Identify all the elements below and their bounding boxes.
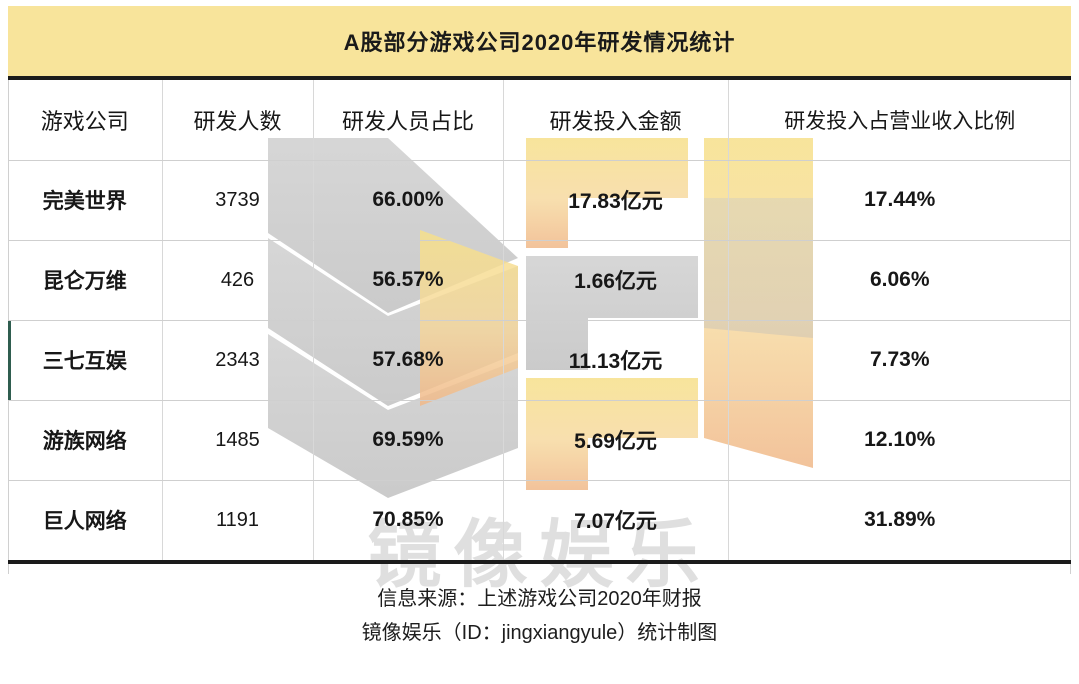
cell-rd-people: 3739 [162, 160, 314, 241]
table-row: 游族网络 1485 69.59% 5.69亿元 12.10% [8, 400, 1071, 481]
footer-credit-line: 镜像娱乐（ID：jingxiangyule）统计制图 [361, 622, 718, 644]
cell-rd-rev: 17.44% [728, 160, 1071, 241]
page-title: A股部分游戏公司2020年研发情况统计 [343, 30, 736, 55]
cell-rd-ratio: 57.68% [313, 320, 504, 401]
column-header-company: 游戏公司 [8, 80, 163, 161]
cell-company: 游族网络 [8, 400, 163, 481]
table-row: 巨人网络 1191 70.85% 7.07亿元 31.89% [8, 480, 1071, 560]
cell-rd-amount: 17.83亿元 [503, 160, 729, 241]
column-header-rd-amount: 研发投入金额 [503, 80, 729, 161]
cell-rd-amount: 7.07亿元 [503, 480, 729, 560]
title-bar: A股部分游戏公司2020年研发情况统计 [8, 6, 1071, 80]
cell-rd-rev: 7.73% [728, 320, 1071, 401]
cell-rd-amount: 5.69亿元 [503, 400, 729, 481]
cell-rd-rev: 31.89% [864, 508, 936, 532]
stats-table-frame: A股部分游戏公司2020年研发情况统计 游戏公司 研发人数 研发人员占比 研发投… [8, 6, 1071, 574]
footer-source-line: 信息来源：上述游戏公司2020年财报 [377, 588, 702, 610]
footer: 信息来源：上述游戏公司2020年财报 镜像娱乐（ID：jingxiangyule… [0, 582, 1079, 650]
cell-rd-ratio: 69.59% [313, 400, 504, 481]
column-header-rd-people: 研发人数 [162, 80, 314, 161]
table-row: 三七互娱 2343 57.68% 11.13亿元 7.73% [8, 320, 1071, 401]
cell-rd-ratio: 56.57% [313, 240, 504, 321]
cell-rd-rev: 6.06% [728, 240, 1071, 321]
stats-table: 游戏公司 研发人数 研发人员占比 研发投入金额 研发投入占营业收入比例 完美世界… [8, 80, 1071, 560]
cell-company: 完美世界 [8, 160, 163, 241]
cell-rd-amount: 11.13亿元 [503, 320, 729, 401]
column-header-rd-ratio: 研发人员占比 [313, 80, 504, 161]
cell-rd-people: 2343 [162, 320, 314, 401]
table-bottom-rule [8, 560, 1071, 564]
cell-rd-ratio: 66.00% [313, 160, 504, 241]
cell-rd-people: 1191 [162, 480, 314, 560]
cell-rd-people: 1485 [162, 400, 314, 481]
cell-rd-rev: 12.10% [728, 400, 1071, 481]
cell-company: 昆仑万维 [8, 240, 163, 321]
column-header-rd-revenue-ratio: 研发投入占营业收入比例 [728, 80, 1071, 161]
cell-company: 三七互娱 [8, 320, 163, 401]
cell-company: 巨人网络 [8, 480, 163, 560]
cell-rd-amount: 1.66亿元 [503, 240, 729, 321]
table-row: 昆仑万维 426 56.57% 1.66亿元 6.06% [8, 240, 1071, 321]
table-header: 游戏公司 研发人数 研发人员占比 研发投入金额 研发投入占营业收入比例 [8, 80, 1071, 161]
cell-rd-ratio: 70.85% [313, 480, 504, 560]
cell-rd-people: 426 [162, 240, 314, 321]
table-body: 完美世界 3739 66.00% 17.83亿元 17.44% 昆仑万维 426… [8, 160, 1071, 560]
table-header-row: 游戏公司 研发人数 研发人员占比 研发投入金额 研发投入占营业收入比例 [8, 80, 1071, 161]
table-row: 完美世界 3739 66.00% 17.83亿元 17.44% [8, 160, 1071, 241]
screenshot-root: 镜像娱乐 A股部分游戏公司2020年研发情况统计 游戏公司 研发人数 研发人员占… [0, 0, 1079, 684]
